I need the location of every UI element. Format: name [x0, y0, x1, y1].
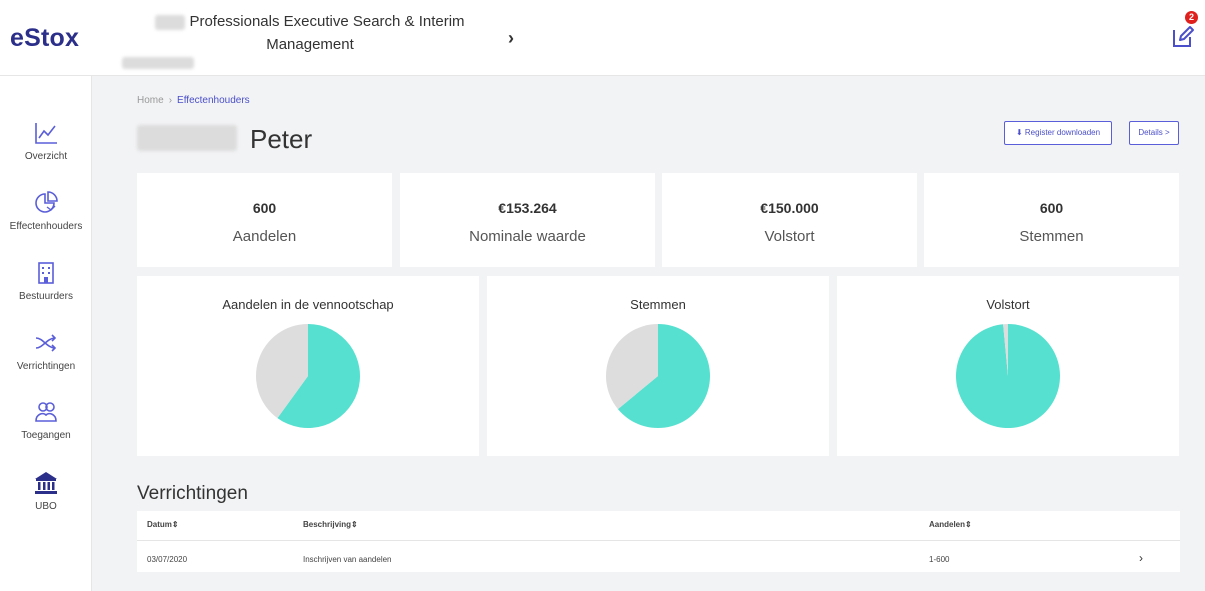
stat-value: 600 [1039, 200, 1064, 216]
stat-value: €153.264 [498, 200, 557, 216]
transactions-table: Datum⇕ Beschrijving⇕ Aandelen⇕ 03/07/202… [137, 511, 1180, 572]
table-divider [137, 540, 1180, 541]
stat-card-aandelen: 600 Aandelen [137, 173, 392, 267]
redacted-text [122, 57, 194, 69]
stat-label: Nominale waarde [469, 228, 586, 245]
sidebar-item-ubo[interactable]: UBO [0, 470, 92, 512]
column-header-aandelen[interactable]: Aandelen⇕ [929, 520, 972, 529]
edit-icon [1173, 26, 1194, 47]
sidebar-item-toegangen[interactable]: Toegangen [0, 399, 92, 441]
redacted-text [155, 14, 186, 30]
users-icon [35, 402, 57, 422]
chart-line-icon [35, 123, 57, 144]
pie-chart [256, 324, 360, 428]
stat-card-stemmen: 600 Stemmen [924, 173, 1179, 267]
sidebar-item-overzicht[interactable]: Overzicht [0, 120, 92, 162]
sidebar-item-verrichtingen[interactable]: Verrichtingen [0, 330, 92, 372]
section-title-verrichtingen: Verrichtingen [137, 483, 248, 504]
stat-card-volstort: €150.000 Volstort [662, 173, 917, 267]
sidebar-item-label: Effectenhouders [9, 221, 83, 232]
breadcrumb: Home › Effectenhouders [137, 95, 250, 106]
stat-label: Volstort [764, 228, 815, 245]
breadcrumb-current[interactable]: Effectenhouders [177, 95, 250, 106]
stat-label: Aandelen [232, 228, 297, 245]
pie-card-stemmen: Stemmen [487, 276, 829, 456]
redacted-text [137, 125, 237, 151]
sidebar-item-label: Toegangen [21, 430, 71, 441]
column-header-beschrijving[interactable]: Beschrijving⇕ [303, 520, 358, 529]
stat-card-nominale-waarde: €153.264 Nominale waarde [400, 173, 655, 267]
sidebar-item-effectenhouders[interactable]: Effectenhouders [0, 190, 92, 232]
company-name-text: Professionals Executive Search & Interim… [189, 13, 465, 53]
page-title: Peter [250, 124, 313, 154]
row-chevron-icon[interactable]: › [1139, 551, 1143, 565]
sidebar-item-label: Overzicht [24, 151, 68, 162]
sidebar-item-label: Bestuurders [19, 291, 73, 302]
stat-label: Stemmen [1019, 228, 1084, 245]
pie-card-volstort: Volstort [837, 276, 1179, 456]
sidebar-item-bestuurders[interactable]: Bestuurders [0, 260, 92, 302]
notification-badge[interactable]: 2 [1185, 11, 1198, 24]
stat-value: €150.000 [760, 200, 819, 216]
pie-card-aandelen: Aandelen in de vennootschap [137, 276, 479, 456]
register-download-button[interactable]: ⬇ Register downloaden [1004, 121, 1112, 145]
top-bar: eStox Professionals Executive Search & I… [0, 0, 1205, 76]
column-header-datum[interactable]: Datum⇕ [147, 520, 179, 529]
pie-chart [956, 324, 1060, 428]
cell-date: 03/07/2020 [147, 555, 188, 564]
cell-shares: 1-600 [929, 555, 950, 564]
pie-chart-icon [35, 191, 58, 213]
edit-button[interactable] [1168, 20, 1196, 50]
stat-value: 600 [252, 200, 277, 216]
shuffle-icon [35, 334, 57, 352]
cell-description: Inschrijven van aandelen [303, 555, 392, 564]
company-switch-chevron-icon[interactable]: › [508, 28, 514, 49]
details-button[interactable]: Details > [1129, 121, 1179, 145]
company-name: Professionals Executive Search & Interim… [140, 10, 480, 56]
sidebar-item-label: UBO [35, 501, 57, 512]
pie-chart [606, 324, 710, 428]
breadcrumb-home[interactable]: Home [137, 95, 164, 106]
sidebar-item-label: Verrichtingen [16, 361, 76, 372]
building-icon [38, 262, 54, 284]
breadcrumb-separator: › [168, 95, 173, 106]
bank-icon [35, 472, 57, 494]
app-logo[interactable]: eStox [10, 24, 79, 53]
sidebar: Overzicht Effectenhouders Bestuurders Ve… [0, 76, 92, 591]
